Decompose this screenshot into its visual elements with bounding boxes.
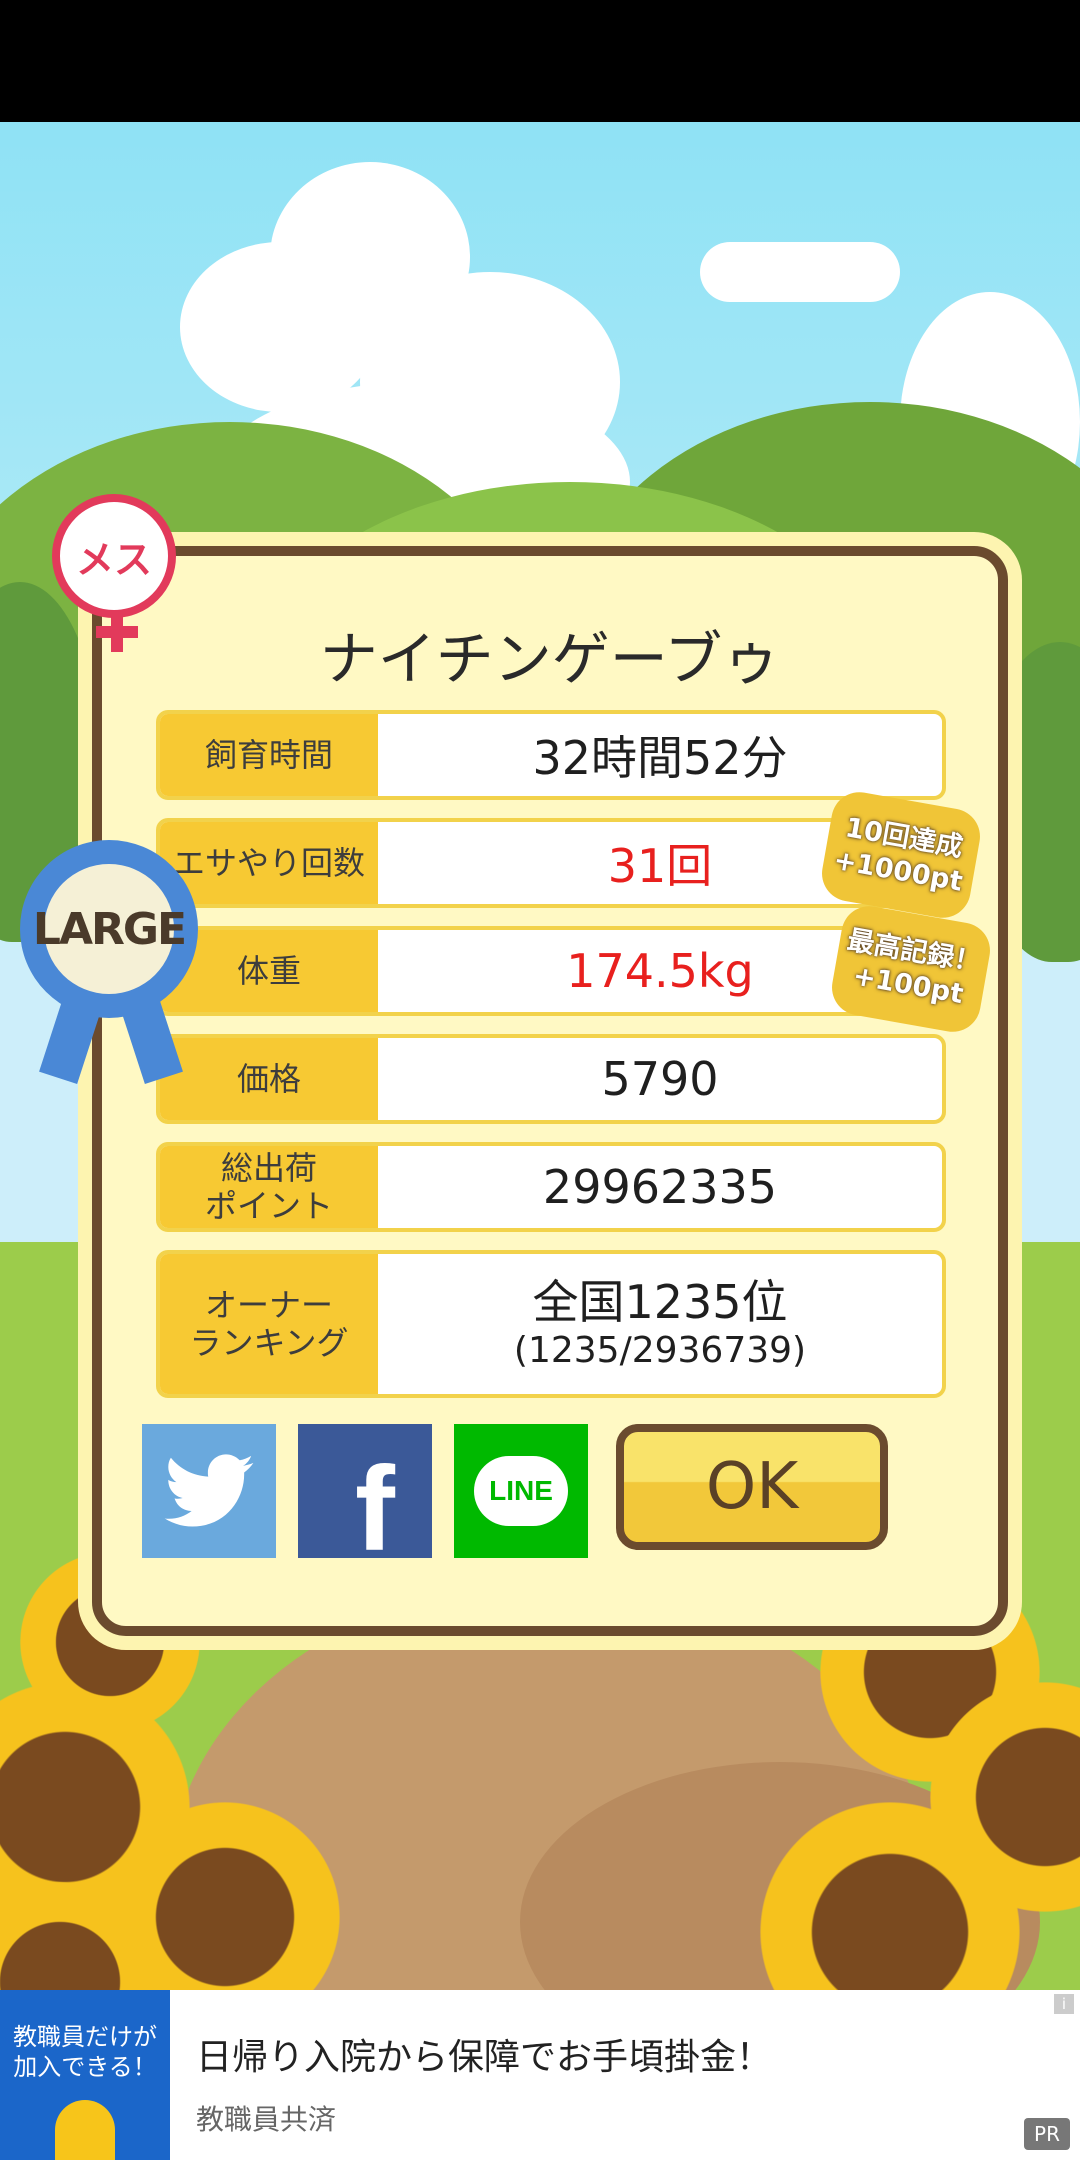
female-symbol-cross: [96, 626, 138, 638]
line-icon: LINE: [474, 1456, 568, 1526]
row-label-line: オーナー: [204, 1286, 333, 1324]
pig-name: ナイチンゲーブゥ: [319, 625, 781, 693]
ad-image-text: 加入できる！: [13, 2053, 157, 2081]
ranking-detail: (1235/2936739): [513, 1330, 807, 1371]
row-label: オーナー ランキング: [160, 1254, 378, 1394]
ad-image-text: 教職員だけが: [13, 2023, 157, 2051]
ad-image[interactable]: 教職員だけが 加入できる！: [0, 1990, 170, 2160]
row-label: 飼育時間: [160, 714, 378, 796]
row-value: 29962335: [542, 1160, 778, 1214]
ranking-position: 全国1235位: [532, 1275, 788, 1329]
row-label-line: ランキング: [189, 1324, 349, 1362]
status-bar: [0, 0, 1080, 122]
large-size-rosette-icon: LARGE: [20, 840, 198, 1018]
ad-banner[interactable]: 教職員だけが 加入できる！ 日帰り入院から保障でお手頃掛金！ 教職員共済 i P…: [0, 1990, 1080, 2160]
row-value: 32時間52分: [532, 731, 788, 785]
ad-pr-badge: PR: [1024, 2118, 1070, 2150]
facebook-share-button[interactable]: f: [298, 1424, 432, 1576]
twitter-icon: [164, 1454, 254, 1527]
row-weight: 体重 174.5kg: [156, 926, 946, 1016]
row-label-line: 総出荷: [220, 1149, 317, 1187]
ok-button[interactable]: OK: [616, 1424, 888, 1550]
line-icon-label: LINE: [489, 1475, 553, 1506]
row-value: 5790: [601, 1052, 719, 1106]
row-label: 価格: [160, 1038, 378, 1120]
twitter-share-button[interactable]: [142, 1424, 276, 1558]
female-badge-icon: メス: [52, 494, 176, 618]
row-total-shipping-points: 総出荷 ポイント 29962335: [156, 1142, 946, 1232]
giraffe-mascot-icon: [55, 2100, 115, 2160]
row-owner-ranking: オーナー ランキング 全国1235位 (1235/2936739): [156, 1250, 946, 1398]
row-breeding-time: 飼育時間 32時間52分: [156, 710, 946, 800]
facebook-icon: f: [355, 1442, 395, 1576]
row-label: 総出荷 ポイント: [160, 1146, 378, 1228]
rosette-label: LARGE: [33, 864, 187, 994]
ad-advertiser: 教職員共済: [196, 2103, 337, 2136]
row-label-line: ポイント: [204, 1187, 333, 1225]
row-label: エサやり回数: [160, 822, 378, 904]
line-share-button[interactable]: LINE: [454, 1424, 588, 1558]
ad-info-icon[interactable]: i: [1054, 1994, 1074, 2014]
row-value: 全国1235位 (1235/2936739): [378, 1254, 942, 1394]
row-price: 価格 5790: [156, 1034, 946, 1124]
ad-title[interactable]: 日帰り入院から保障でお手頃掛金！: [196, 2028, 772, 2080]
